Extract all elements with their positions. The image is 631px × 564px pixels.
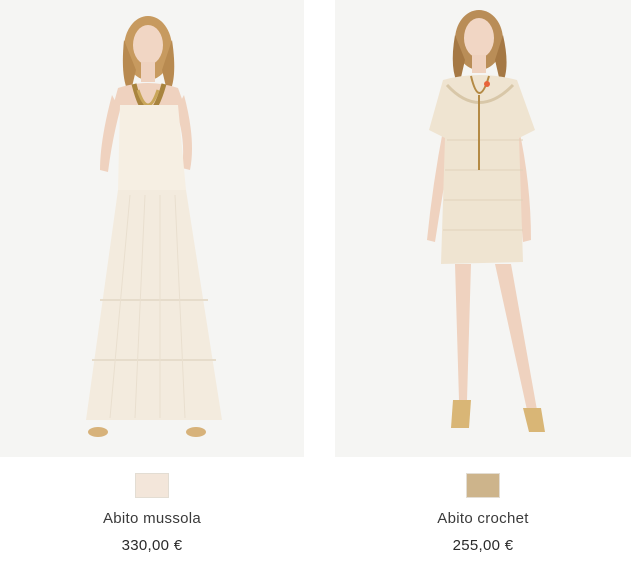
model-maxi-dress-image <box>86 16 222 437</box>
product-price: 255,00 € <box>452 537 514 554</box>
model-crochet-dress-image <box>427 10 545 432</box>
product-image[interactable] <box>0 0 304 457</box>
color-swatch[interactable] <box>135 473 169 498</box>
product-name[interactable]: Abito crochet <box>335 510 631 527</box>
product-card[interactable]: Abito mussola 330,00 € <box>0 0 304 564</box>
color-swatch[interactable] <box>466 473 500 498</box>
product-name[interactable]: Abito mussola <box>0 510 304 527</box>
product-card[interactable]: Abito crochet 255,00 € <box>335 0 631 564</box>
product-price: 330,00 € <box>121 537 183 554</box>
product-image[interactable] <box>335 0 631 457</box>
